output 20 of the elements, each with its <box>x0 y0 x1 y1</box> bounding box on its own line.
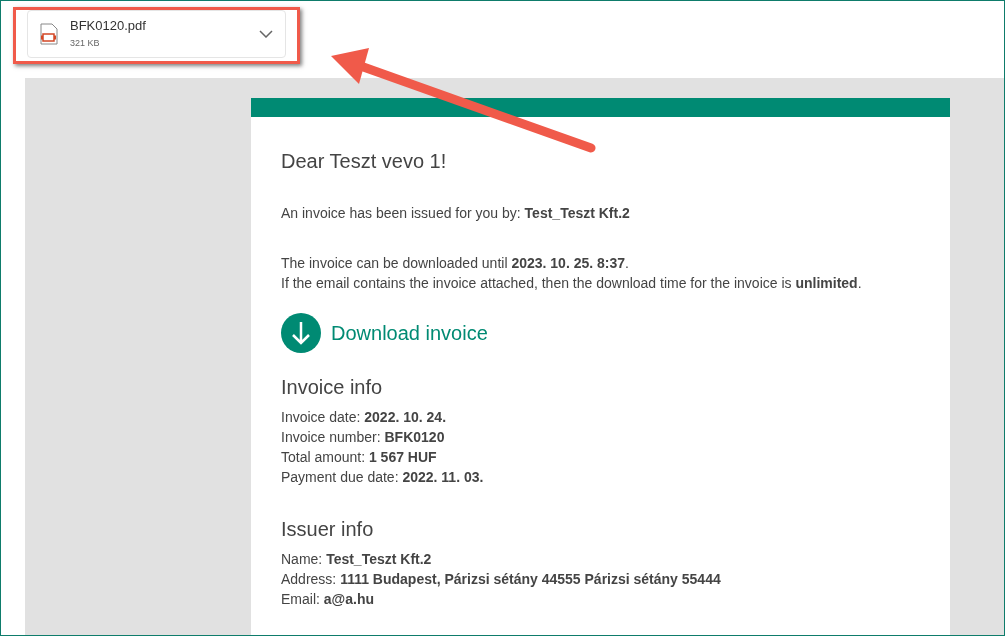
download-icon <box>281 313 321 353</box>
section-title: Issuer info <box>281 517 375 541</box>
info-line: Email: a@a.hu <box>281 590 375 609</box>
file-name: BFK0120.pdf <box>70 17 147 34</box>
info-line: Invoice date: 2022. 10. 24. <box>281 408 448 427</box>
greeting: Dear Teszt vevo 1! <box>281 149 448 173</box>
message-text: If the email contains the invoice attached, then the download time for the invoice is unlimited. <box>281 274 863 293</box>
message-text: The invoice can be downloaded until 2023. 10. 25. 8:37. <box>281 254 630 273</box>
file-size: 321 KB <box>70 36 101 50</box>
section-title: Invoice info <box>281 375 384 399</box>
download-invoice-link[interactable]: Download invoice <box>281 313 488 353</box>
attachment-card[interactable]: BFK0120.pdf 321 KB <box>27 10 286 58</box>
pdf-file-icon <box>40 23 58 45</box>
info-line: Address: 1111 Budapest, Párizsi sétány 44555 Párizsi sétány 55444 <box>281 570 722 589</box>
chevron-down-icon <box>259 30 273 38</box>
message-text: An invoice has been issued for you by: Test_Teszt Kft.2 <box>281 204 631 223</box>
info-line: Invoice number: BFK0120 <box>281 428 446 447</box>
info-line: Total amount: 1 567 HUF <box>281 448 438 467</box>
info-line: Name: Test_Teszt Kft.2 <box>281 550 433 569</box>
info-line: Payment due date: 2022. 11. 03. <box>281 468 485 487</box>
